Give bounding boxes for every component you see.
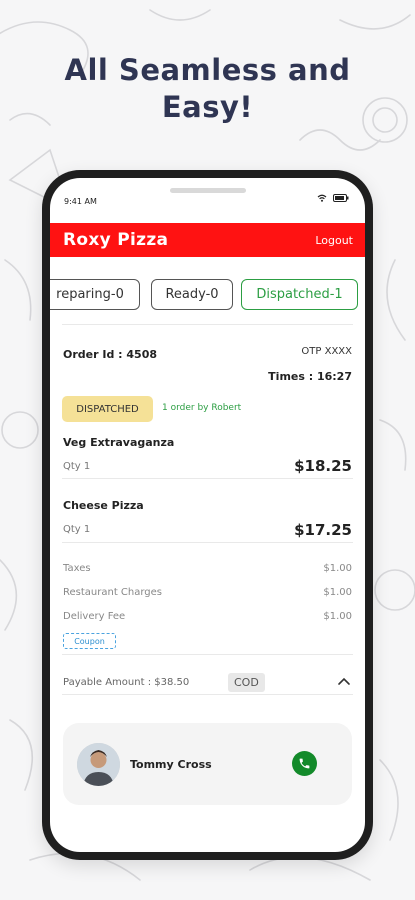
chevron-up-icon[interactable] bbox=[337, 676, 351, 686]
payable-amount: Payable Amount : $38.50 bbox=[63, 677, 190, 688]
charge-label-taxes: Taxes bbox=[63, 563, 91, 574]
order-status-tabs: reparing-0 Ready-0 Dispatched-1 bbox=[50, 279, 365, 310]
order-id: Order Id : 4508 bbox=[63, 348, 158, 361]
app-header: Roxy Pizza Logout bbox=[50, 223, 365, 257]
item-name: Veg Extravaganza bbox=[63, 436, 175, 449]
person-icon bbox=[77, 743, 120, 786]
divider bbox=[62, 694, 353, 695]
headline: All Seamless and Easy! bbox=[0, 52, 415, 126]
divider bbox=[62, 542, 353, 543]
item-price: $17.25 bbox=[294, 521, 352, 539]
avatar bbox=[77, 743, 120, 786]
divider bbox=[62, 654, 353, 655]
status-time: 9:41 AM bbox=[64, 197, 97, 206]
status-bar: 9:41 AM bbox=[50, 178, 365, 222]
call-button[interactable] bbox=[292, 751, 317, 776]
order-by-text: 1 order by Robert bbox=[162, 403, 242, 413]
charge-label-delivery: Delivery Fee bbox=[63, 611, 126, 622]
status-icons bbox=[317, 194, 349, 202]
item-price: $18.25 bbox=[294, 457, 352, 475]
headline-line-1: All Seamless and bbox=[64, 53, 351, 87]
battery-icon bbox=[333, 194, 349, 202]
tab-dispatched[interactable]: Dispatched-1 bbox=[241, 279, 358, 310]
charge-value-taxes: $1.00 bbox=[323, 563, 352, 574]
brand-title: Roxy Pizza bbox=[63, 230, 169, 250]
divider bbox=[62, 478, 353, 479]
headline-line-2: Easy! bbox=[161, 90, 254, 124]
item-qty: Qty 1 bbox=[63, 461, 91, 472]
phone-icon bbox=[299, 758, 310, 769]
status-badge: DISPATCHED bbox=[62, 396, 153, 422]
divider bbox=[62, 324, 353, 325]
coupon-button[interactable]: Coupon bbox=[63, 633, 116, 649]
tab-ready[interactable]: Ready-0 bbox=[151, 279, 233, 310]
wifi-icon bbox=[317, 194, 327, 202]
item-name: Cheese Pizza bbox=[63, 499, 144, 512]
phone-screen: 9:41 AM Roxy Pizza Logout reparing-0 Rea… bbox=[50, 178, 365, 852]
otp-label: OTP XXXX bbox=[301, 346, 352, 357]
customer-name: Tommy Cross bbox=[130, 758, 212, 771]
payment-method-badge: COD bbox=[228, 673, 265, 692]
customer-card: Tommy Cross bbox=[63, 723, 352, 805]
charge-label-restaurant: Restaurant Charges bbox=[63, 587, 163, 598]
charge-value-restaurant: $1.00 bbox=[323, 587, 352, 598]
item-qty: Qty 1 bbox=[63, 524, 91, 535]
charge-value-delivery: $1.00 bbox=[323, 611, 352, 622]
logout-button[interactable]: Logout bbox=[315, 234, 353, 247]
phone-frame: 9:41 AM Roxy Pizza Logout reparing-0 Rea… bbox=[42, 170, 373, 860]
notch-indicator bbox=[169, 188, 246, 193]
tab-preparing[interactable]: reparing-0 bbox=[50, 279, 140, 310]
order-time: Times : 16:27 bbox=[268, 370, 352, 383]
